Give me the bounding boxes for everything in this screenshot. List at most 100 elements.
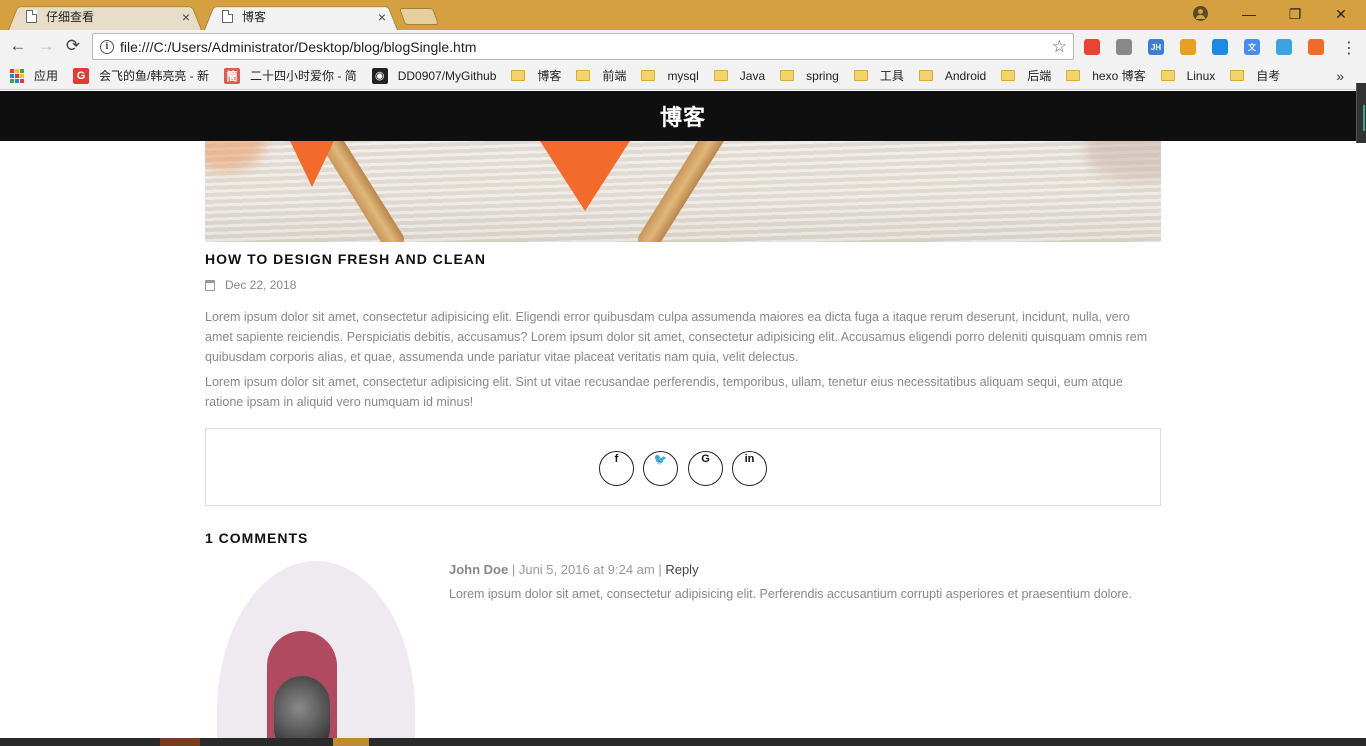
bookmark-item[interactable]: mysql xyxy=(641,68,699,83)
bookmark-label: 会飞的鱼/韩亮亮 - 新 xyxy=(99,69,210,83)
tab-inactive[interactable]: 仔细查看 × xyxy=(8,3,202,31)
taskbar xyxy=(0,738,1366,746)
bookmark-item[interactable]: spring xyxy=(780,69,839,83)
restore-button[interactable]: ❐ xyxy=(1272,0,1318,28)
bookmark-item[interactable]: Java xyxy=(713,68,766,83)
bookmark-item[interactable]: 自考 xyxy=(1230,67,1280,84)
bookmark-item[interactable]: G 会飞的鱼/韩亮亮 - 新 xyxy=(73,67,209,84)
bookmark-label: 工具 xyxy=(879,69,904,83)
site-title: 博客 xyxy=(659,105,706,130)
bookmark-item[interactable]: 工具 xyxy=(853,67,904,84)
bookmark-label: 后端 xyxy=(1027,69,1052,83)
pocket-icon[interactable] xyxy=(1212,39,1228,55)
comment-separator: | xyxy=(508,562,519,577)
folder-icon xyxy=(1160,70,1175,81)
page-icon xyxy=(26,10,37,23)
folder-icon xyxy=(918,70,933,81)
comment-header: John Doe | Juni 5, 2016 at 9:24 am | Rep… xyxy=(449,562,699,577)
post-paragraph: Lorem ipsum dolor sit amet, consectetur … xyxy=(205,310,1148,364)
bookmark-item[interactable]: 簡二十四小时爱你 - 简 xyxy=(224,67,357,84)
reload-button[interactable]: ⟳ xyxy=(62,35,84,57)
post-hero-image xyxy=(205,141,1161,242)
tab-close-icon[interactable]: × xyxy=(182,9,190,25)
comments-title: 1 COMMENTS xyxy=(205,530,309,546)
calendar-icon xyxy=(205,279,215,291)
page-icon xyxy=(222,10,233,23)
profile-icon[interactable] xyxy=(1193,6,1208,21)
bookmark-item[interactable]: Linux xyxy=(1160,68,1216,83)
bookmark-item[interactable]: 博客 xyxy=(511,67,561,84)
bookmark-item[interactable]: 后端 xyxy=(1001,67,1051,84)
comment-author: John Doe xyxy=(449,562,509,577)
bookmark-label: 应用 xyxy=(34,69,59,83)
bookmark-label: DD0907/MyGithub xyxy=(397,68,497,83)
bookmark-item[interactable]: 应用 xyxy=(10,67,58,84)
bookmark-label: 博客 xyxy=(537,69,562,83)
post-title: HOW TO DESIGN FRESH AND CLEAN xyxy=(205,251,487,267)
comment-date: Juni 5, 2016 at 9:24 am xyxy=(518,562,655,577)
bookmarks-bar: 应用 G 会飞的鱼/韩亮亮 - 新簡二十四小时爱你 - 简 ◉ DD0907/MyGit… xyxy=(0,62,1366,90)
address-bar[interactable]: i file:///C:/Users/Administrator/Desktop… xyxy=(92,33,1074,60)
bookmark-label: spring xyxy=(806,68,839,83)
close-window-button[interactable]: ✕ xyxy=(1318,0,1364,28)
post-paragraph: Lorem ipsum dolor sit amet, consectetur … xyxy=(205,375,1123,409)
tab-close-icon[interactable]: × xyxy=(378,9,386,25)
browser-toolbar: ← → ⟳ i file:///C:/Users/Administrator/D… xyxy=(0,30,1366,62)
site-favicon-icon: 簡 xyxy=(224,67,241,84)
site-favicon-icon: ◉ xyxy=(371,67,388,84)
comment-reply-link[interactable]: Reply xyxy=(665,562,698,577)
folder-icon xyxy=(780,70,795,81)
forward-button[interactable]: → xyxy=(35,35,57,57)
share-box: f 🐦 G in xyxy=(205,428,1161,506)
back-button[interactable]: ← xyxy=(7,35,29,57)
firefox-icon[interactable] xyxy=(1308,39,1324,55)
site-header: 博客 xyxy=(0,91,1366,141)
translate-icon[interactable]: 文 xyxy=(1244,39,1260,55)
share-linkedin-icon[interactable]: in xyxy=(732,451,767,486)
bookmark-star-icon[interactable]: ☆ xyxy=(1052,37,1067,57)
share-google-icon[interactable]: G xyxy=(688,451,723,486)
comment-separator: | xyxy=(654,562,666,577)
folder-icon xyxy=(641,70,656,81)
bookmark-label: Linux xyxy=(1186,68,1216,83)
folder-icon xyxy=(853,70,868,81)
bookmark-label: Java xyxy=(739,68,766,83)
share-facebook-icon[interactable]: f xyxy=(599,451,634,486)
browser-menu-icon[interactable]: ⋮ xyxy=(1341,38,1357,58)
comment-text: Lorem ipsum dolor sit amet, consectetur … xyxy=(449,587,1132,601)
folder-icon xyxy=(576,70,591,81)
bookmark-label: mysql xyxy=(667,68,699,83)
bookmarks-overflow-icon[interactable]: » xyxy=(1336,68,1344,84)
post-date: Dec 22, 2018 xyxy=(225,278,297,292)
site-favicon-icon: G xyxy=(73,67,90,84)
post-meta: Dec 22, 2018 xyxy=(205,278,296,292)
chrome-icon[interactable] xyxy=(1084,39,1100,55)
folder-icon xyxy=(1001,70,1016,81)
bookmark-label: 自考 xyxy=(1256,69,1281,83)
avatar xyxy=(217,561,415,746)
folder-icon xyxy=(1066,70,1081,81)
post-body: Lorem ipsum dolor sit amet, consectetur … xyxy=(205,307,1161,417)
jh-icon[interactable]: JH xyxy=(1148,39,1164,55)
bookmark-label: 二十四小时爱你 - 简 xyxy=(250,69,357,83)
bookmark-item[interactable]: hexo 博客 xyxy=(1066,67,1146,84)
tab-title: 仔细查看 xyxy=(46,10,95,24)
site-info-icon[interactable]: i xyxy=(100,39,114,54)
scrollbar[interactable] xyxy=(1356,83,1366,143)
url-text[interactable]: file:///C:/Users/Administrator/Desktop/b… xyxy=(120,39,1052,55)
download-icon[interactable] xyxy=(1116,39,1132,55)
folder-icon xyxy=(1230,70,1245,81)
bookmark-label: Android xyxy=(944,68,987,83)
bookmark-item[interactable]: 前端 xyxy=(576,67,626,84)
tab-active[interactable]: 博客 × xyxy=(204,3,398,31)
new-tab-button[interactable] xyxy=(398,8,440,25)
bookmark-item[interactable]: ◉ DD0907/MyGithub xyxy=(371,67,497,84)
tab-title: 博客 xyxy=(242,10,267,24)
folder-icon xyxy=(713,70,728,81)
color-picker-icon[interactable] xyxy=(1180,39,1196,55)
share-twitter-icon[interactable]: 🐦 xyxy=(643,451,678,486)
minimize-button[interactable]: — xyxy=(1226,0,1272,28)
bookmark-item[interactable]: Android xyxy=(918,68,987,83)
cube-icon[interactable] xyxy=(1276,39,1292,55)
bookmark-label: 前端 xyxy=(602,69,627,83)
